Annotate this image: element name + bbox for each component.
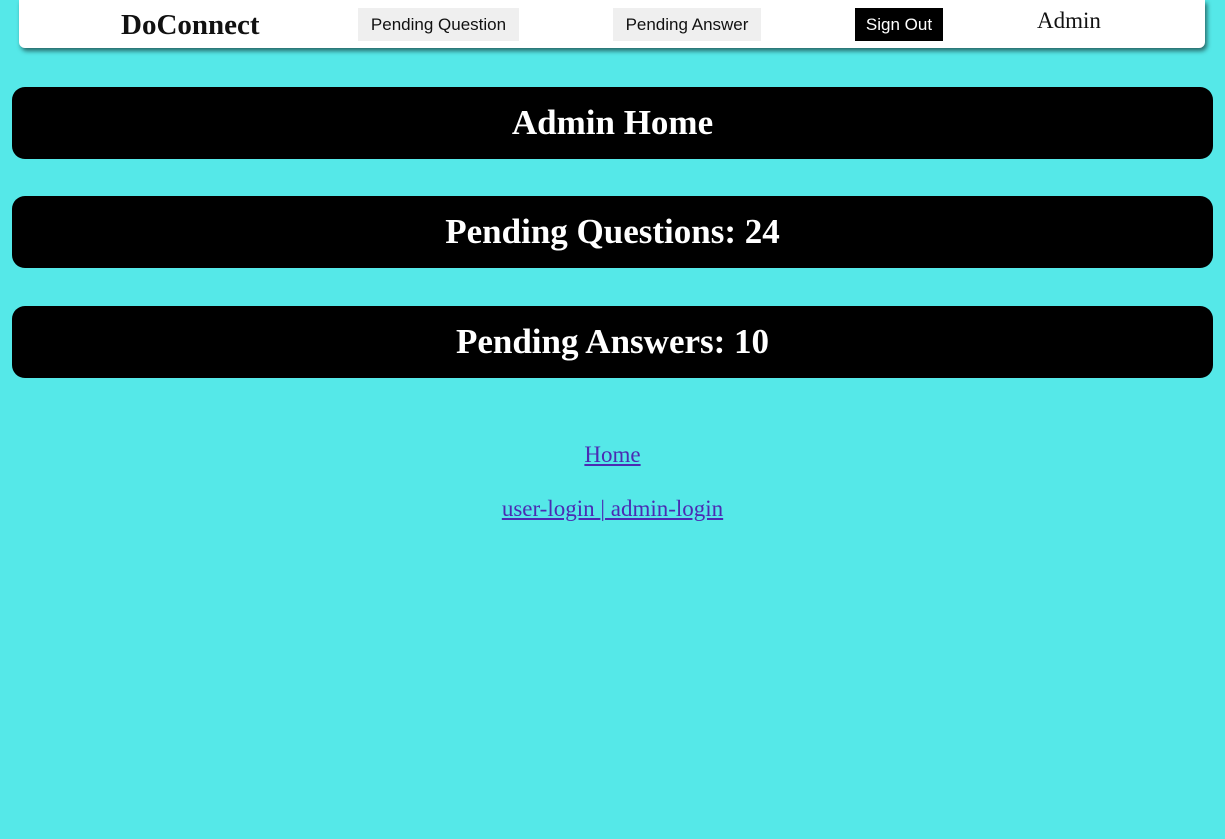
pending-answers-banner: Pending Answers: 10 (12, 306, 1213, 378)
admin-home-banner: Admin Home (12, 87, 1213, 159)
sign-out-button[interactable]: Sign Out (855, 8, 943, 41)
admin-login-link[interactable]: admin-login (605, 496, 723, 521)
pending-questions-banner: Pending Questions: 24 (12, 196, 1213, 268)
top-navbar: DoConnect Pending Question Pending Answe… (19, 0, 1205, 48)
pending-answer-button[interactable]: Pending Answer (613, 8, 761, 41)
current-user-label: Admin (1037, 8, 1101, 33)
footer-home: Home (0, 441, 1225, 469)
brand-logo[interactable]: DoConnect (121, 9, 260, 41)
user-login-link[interactable]: user-login (502, 496, 601, 521)
home-link[interactable]: Home (584, 442, 640, 467)
footer-login-links: user-login | admin-login (0, 495, 1225, 523)
pending-question-button[interactable]: Pending Question (358, 8, 519, 41)
